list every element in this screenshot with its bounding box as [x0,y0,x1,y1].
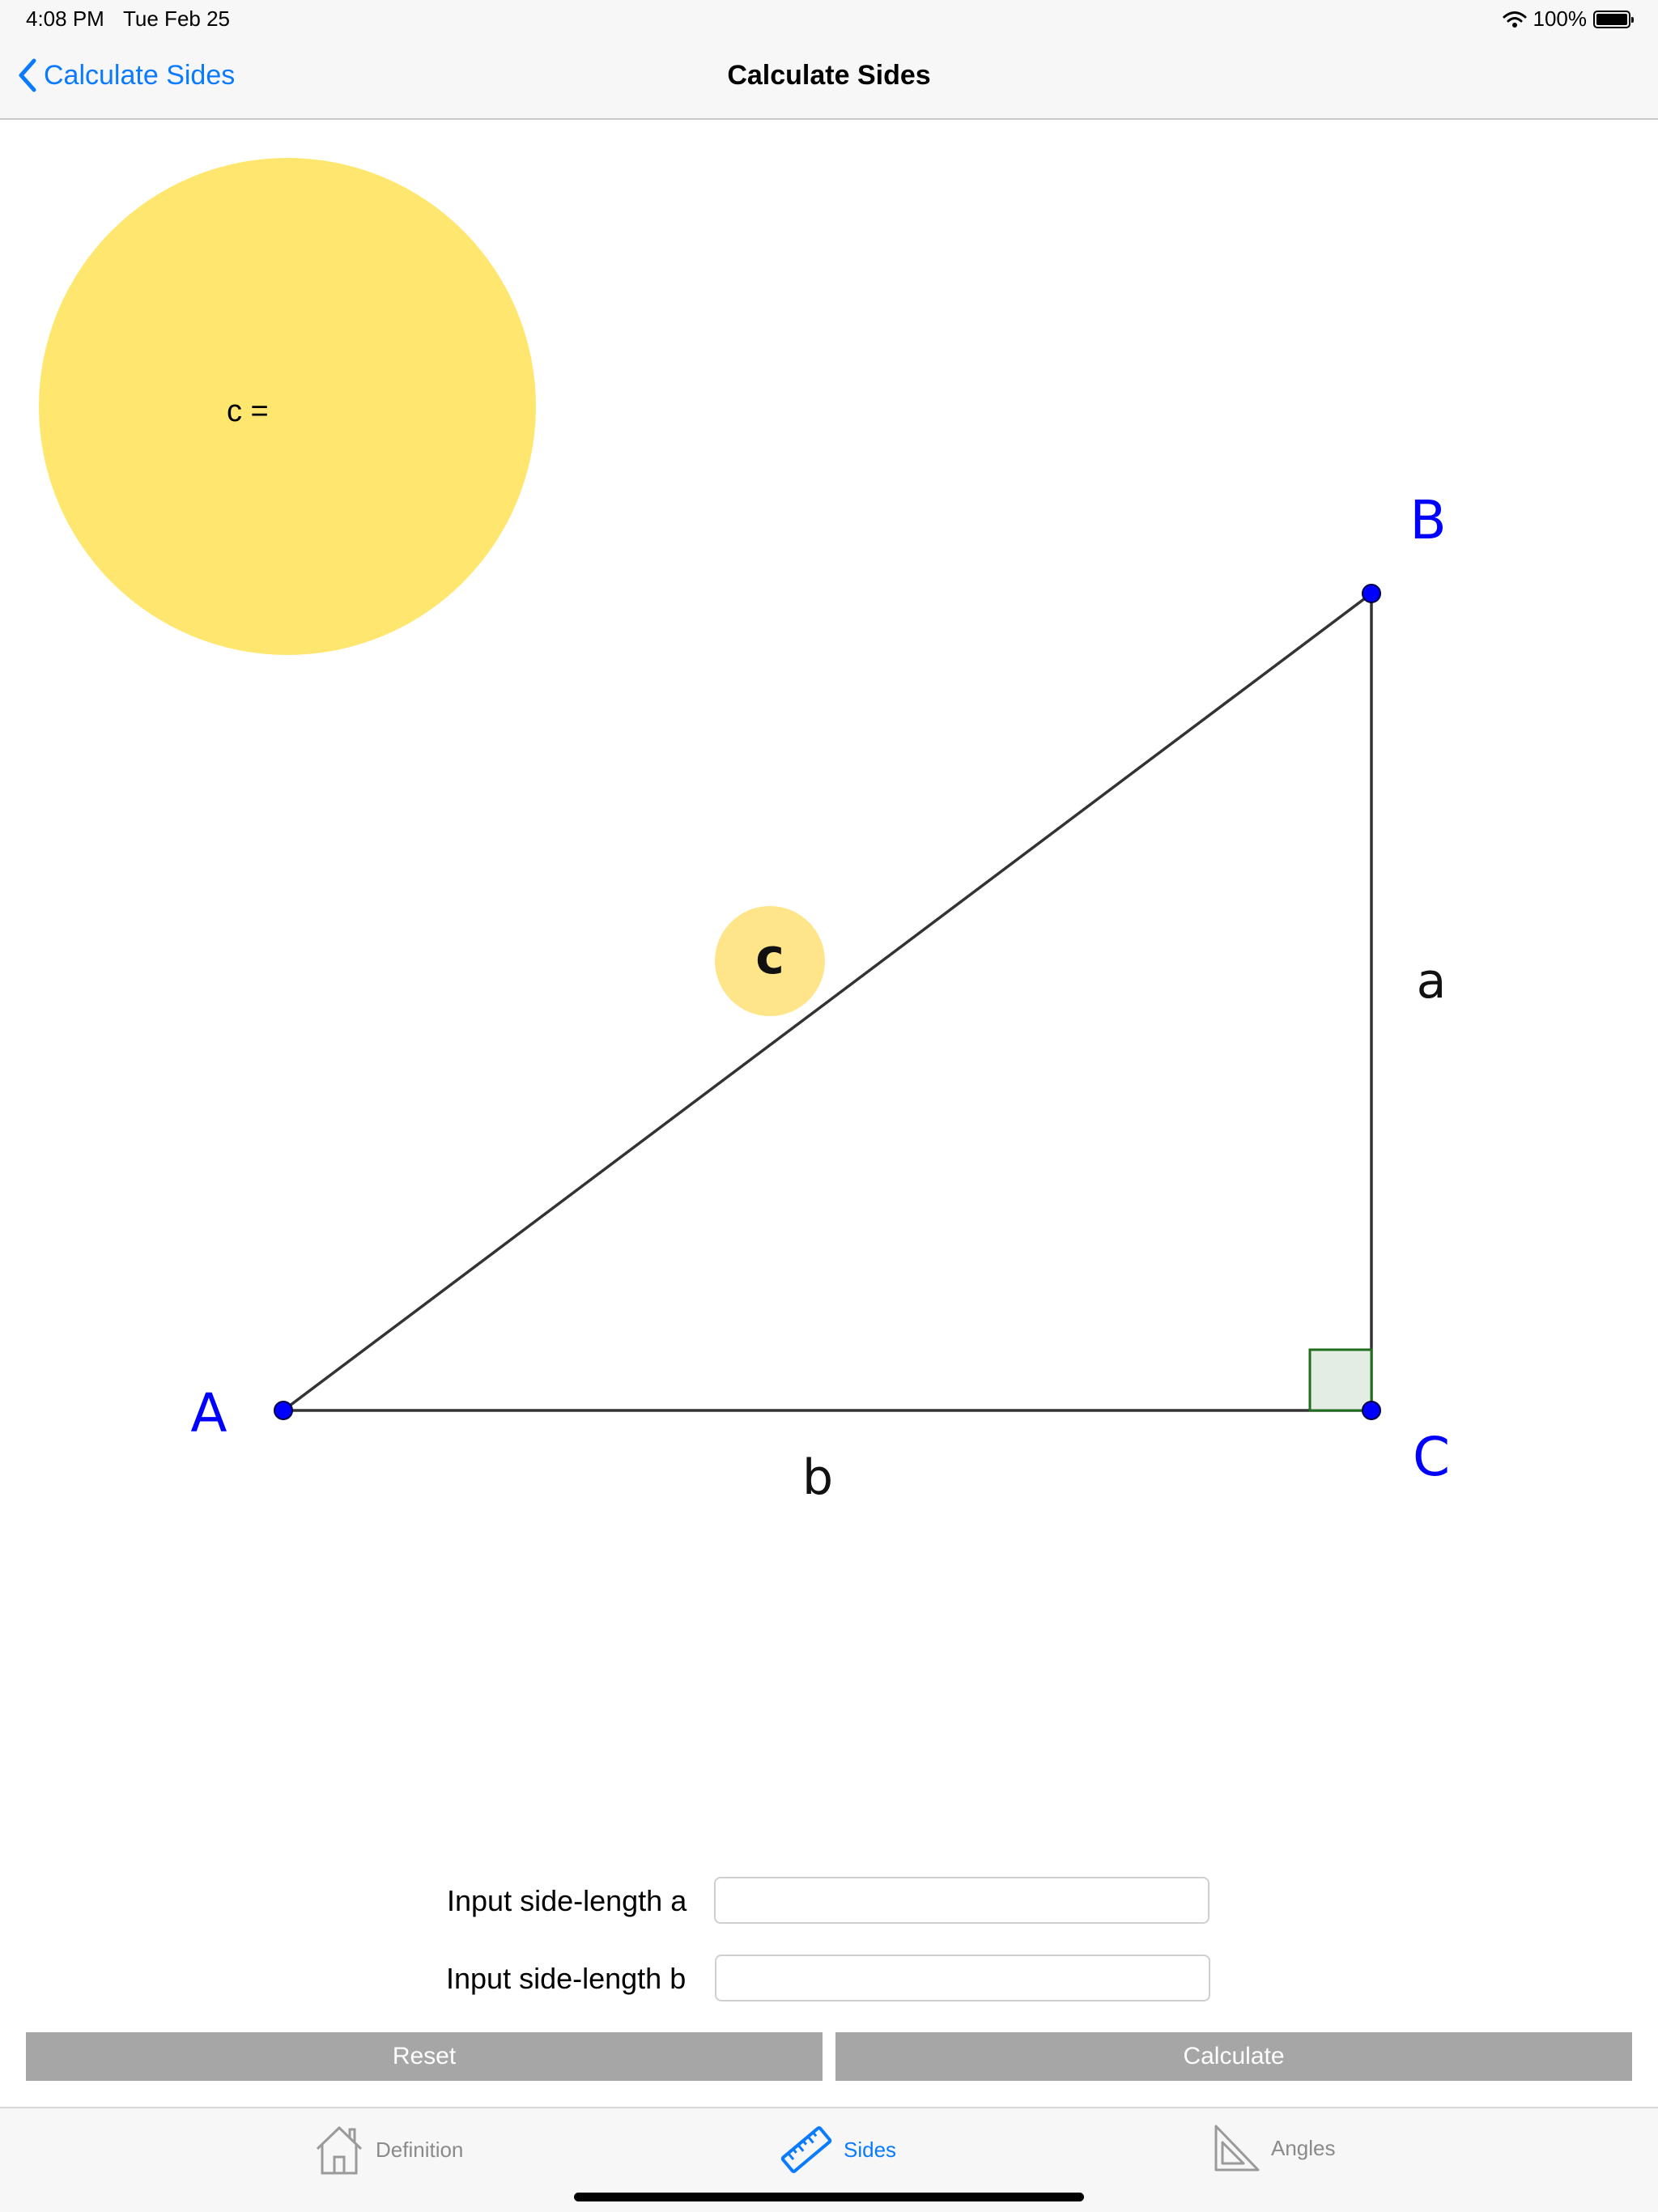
tab-definition[interactable]: Definition [312,2123,463,2176]
status-time: 4:08 PM [26,6,104,31]
side-b-input[interactable] [715,1955,1210,2001]
navigation-bar: Calculate Sides Calculate Sides [0,39,1658,120]
status-bar: 4:08 PM Tue Feb 25 100% [0,0,1658,39]
triangle-diagram: c = c a b A B C [39,158,1450,1506]
result-text: c = [227,394,269,428]
status-indicators: 100% [1503,6,1634,32]
side-label-b: b [802,1449,833,1506]
tab-angles[interactable]: Angles [1211,2123,1336,2173]
side-label-c: c [755,929,784,985]
tab-sides[interactable]: Sides [779,2123,896,2176]
point-b[interactable] [1362,584,1381,603]
point-label-b: B [1409,489,1446,551]
label-side-b: Input side-length b [446,1962,687,1995]
point-c[interactable] [1362,1401,1381,1420]
ruler-icon [780,2126,832,2173]
hypotenuse-line [282,592,1373,1412]
point-label-a: A [190,1382,227,1444]
right-angle-marker [1308,1348,1373,1412]
tab-bar: Definition Sides Angles [0,2107,1658,2212]
tab-definition-label: Definition [376,2137,464,2162]
home-indicator [574,2193,1084,2201]
wifi-icon [1503,11,1526,28]
side-a-input[interactable] [714,1877,1209,1924]
result-circle [39,158,536,655]
set-square-icon [1214,2125,1260,2172]
label-side-a: Input side-length a [447,1884,687,1917]
point-label-c: C [1413,1426,1450,1488]
reset-button[interactable]: Reset [26,2032,823,2081]
status-date: Tue Feb 25 [123,6,231,31]
battery-percent: 100% [1533,6,1588,31]
tab-sides-label: Sides [844,2137,897,2162]
calculate-button[interactable]: Calculate [835,2032,1632,2081]
house-icon [316,2126,363,2175]
point-a[interactable] [274,1401,293,1420]
tab-angles-label: Angles [1271,2135,1336,2160]
side-label-a: a [1417,953,1447,1010]
battery-icon [1593,10,1634,28]
page-title: Calculate Sides [727,60,931,91]
